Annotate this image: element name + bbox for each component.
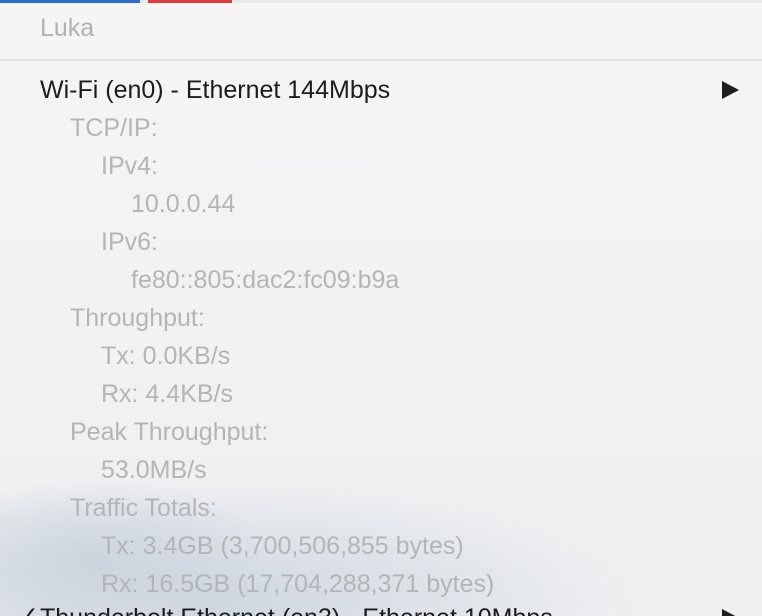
menu-item-thunderbolt-en3[interactable]: Thunderbolt Ethernet (en3) - Ethernet 10…: [40, 602, 553, 616]
ipv6-label: IPv6:: [101, 228, 158, 256]
menu-item-wifi-en0[interactable]: Wi-Fi (en0) - Ethernet 144Mbps: [40, 74, 390, 106]
submenu-arrow-icon[interactable]: [722, 609, 739, 616]
throughput-label: Throughput:: [70, 304, 205, 332]
submenu-arrow-icon[interactable]: [722, 81, 739, 99]
ipv6-value: fe80::805:dac2:fc09:b9a: [131, 266, 400, 294]
menubar-highlight-red: [148, 0, 232, 3]
peak-throughput-value: 53.0MB/s: [101, 456, 207, 484]
network-status-menu: Luka Wi-Fi (en0) - Ethernet 144Mbps TCP/…: [0, 0, 762, 616]
traffic-totals-label: Traffic Totals:: [70, 494, 217, 522]
tcpip-label: TCP/IP:: [70, 114, 158, 142]
rx-total: Rx: 16.5GB (17,704,288,371 bytes): [101, 570, 495, 598]
ipv4-label: IPv4:: [101, 152, 158, 180]
checkmark-icon: ✓: [18, 602, 39, 616]
menubar-edge: [0, 0, 762, 3]
menu-separator: [0, 59, 762, 61]
menu-section-header: Luka: [40, 14, 95, 42]
rx-rate: Rx: 4.4KB/s: [101, 380, 233, 408]
tx-rate: Tx: 0.0KB/s: [101, 342, 231, 370]
menubar-highlight-blue: [0, 0, 140, 3]
peak-throughput-label: Peak Throughput:: [70, 418, 269, 446]
ipv4-value: 10.0.0.44: [131, 190, 236, 218]
tx-total: Tx: 3.4GB (3,700,506,855 bytes): [101, 532, 464, 560]
